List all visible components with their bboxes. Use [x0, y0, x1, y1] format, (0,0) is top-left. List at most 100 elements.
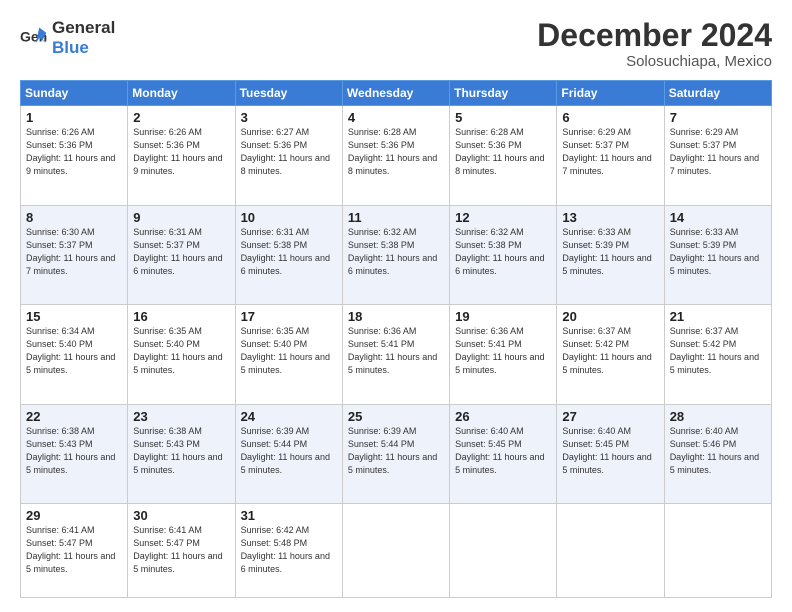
calendar-cell: 2Sunrise: 6:26 AMSunset: 5:36 PMDaylight… — [128, 106, 235, 206]
day-number: 16 — [133, 309, 229, 324]
cell-info: Sunrise: 6:37 AMSunset: 5:42 PMDaylight:… — [670, 325, 766, 377]
logo: Gen General Blue — [20, 18, 115, 58]
calendar-cell: 18Sunrise: 6:36 AMSunset: 5:41 PMDayligh… — [342, 305, 449, 405]
calendar-cell: 29Sunrise: 6:41 AMSunset: 5:47 PMDayligh… — [21, 504, 128, 598]
day-header: Friday — [557, 81, 664, 106]
page: Gen General Blue December 2024 Solosuchi… — [0, 0, 792, 612]
calendar-cell: 3Sunrise: 6:27 AMSunset: 5:36 PMDaylight… — [235, 106, 342, 206]
calendar-week-row: 15Sunrise: 6:34 AMSunset: 5:40 PMDayligh… — [21, 305, 772, 405]
day-header: Sunday — [21, 81, 128, 106]
cell-info: Sunrise: 6:36 AMSunset: 5:41 PMDaylight:… — [455, 325, 551, 377]
calendar-cell: 14Sunrise: 6:33 AMSunset: 5:39 PMDayligh… — [664, 205, 771, 305]
calendar-cell: 25Sunrise: 6:39 AMSunset: 5:44 PMDayligh… — [342, 404, 449, 504]
cell-info: Sunrise: 6:28 AMSunset: 5:36 PMDaylight:… — [455, 126, 551, 178]
calendar-cell: 12Sunrise: 6:32 AMSunset: 5:38 PMDayligh… — [450, 205, 557, 305]
cell-info: Sunrise: 6:29 AMSunset: 5:37 PMDaylight:… — [562, 126, 658, 178]
cell-info: Sunrise: 6:33 AMSunset: 5:39 PMDaylight:… — [670, 226, 766, 278]
calendar-cell: 4Sunrise: 6:28 AMSunset: 5:36 PMDaylight… — [342, 106, 449, 206]
calendar-cell: 13Sunrise: 6:33 AMSunset: 5:39 PMDayligh… — [557, 205, 664, 305]
calendar-cell: 8Sunrise: 6:30 AMSunset: 5:37 PMDaylight… — [21, 205, 128, 305]
day-number: 7 — [670, 110, 766, 125]
calendar-cell: 7Sunrise: 6:29 AMSunset: 5:37 PMDaylight… — [664, 106, 771, 206]
day-header: Thursday — [450, 81, 557, 106]
day-number: 2 — [133, 110, 229, 125]
calendar-cell: 11Sunrise: 6:32 AMSunset: 5:38 PMDayligh… — [342, 205, 449, 305]
header: Gen General Blue December 2024 Solosuchi… — [20, 18, 772, 70]
day-header: Wednesday — [342, 81, 449, 106]
logo-general: General — [52, 18, 115, 37]
cell-info: Sunrise: 6:40 AMSunset: 5:45 PMDaylight:… — [562, 425, 658, 477]
day-number: 15 — [26, 309, 122, 324]
day-number: 31 — [241, 508, 337, 523]
day-number: 30 — [133, 508, 229, 523]
day-number: 21 — [670, 309, 766, 324]
calendar-cell: 24Sunrise: 6:39 AMSunset: 5:44 PMDayligh… — [235, 404, 342, 504]
day-number: 27 — [562, 409, 658, 424]
cell-info: Sunrise: 6:36 AMSunset: 5:41 PMDaylight:… — [348, 325, 444, 377]
calendar-cell: 19Sunrise: 6:36 AMSunset: 5:41 PMDayligh… — [450, 305, 557, 405]
cell-info: Sunrise: 6:33 AMSunset: 5:39 PMDaylight:… — [562, 226, 658, 278]
day-number: 23 — [133, 409, 229, 424]
cell-info: Sunrise: 6:32 AMSunset: 5:38 PMDaylight:… — [348, 226, 444, 278]
calendar-cell — [557, 504, 664, 598]
day-number: 4 — [348, 110, 444, 125]
day-number: 6 — [562, 110, 658, 125]
cell-info: Sunrise: 6:29 AMSunset: 5:37 PMDaylight:… — [670, 126, 766, 178]
day-number: 5 — [455, 110, 551, 125]
cell-info: Sunrise: 6:26 AMSunset: 5:36 PMDaylight:… — [26, 126, 122, 178]
cell-info: Sunrise: 6:39 AMSunset: 5:44 PMDaylight:… — [348, 425, 444, 477]
day-header: Monday — [128, 81, 235, 106]
day-number: 25 — [348, 409, 444, 424]
day-number: 13 — [562, 210, 658, 225]
cell-info: Sunrise: 6:28 AMSunset: 5:36 PMDaylight:… — [348, 126, 444, 178]
cell-info: Sunrise: 6:27 AMSunset: 5:36 PMDaylight:… — [241, 126, 337, 178]
month-title: December 2024 — [537, 18, 772, 53]
calendar-table: SundayMondayTuesdayWednesdayThursdayFrid… — [20, 80, 772, 598]
cell-info: Sunrise: 6:42 AMSunset: 5:48 PMDaylight:… — [241, 524, 337, 576]
day-number: 8 — [26, 210, 122, 225]
day-number: 26 — [455, 409, 551, 424]
cell-info: Sunrise: 6:32 AMSunset: 5:38 PMDaylight:… — [455, 226, 551, 278]
calendar-week-row: 8Sunrise: 6:30 AMSunset: 5:37 PMDaylight… — [21, 205, 772, 305]
calendar-cell: 22Sunrise: 6:38 AMSunset: 5:43 PMDayligh… — [21, 404, 128, 504]
cell-info: Sunrise: 6:38 AMSunset: 5:43 PMDaylight:… — [133, 425, 229, 477]
calendar-cell: 31Sunrise: 6:42 AMSunset: 5:48 PMDayligh… — [235, 504, 342, 598]
calendar-cell: 9Sunrise: 6:31 AMSunset: 5:37 PMDaylight… — [128, 205, 235, 305]
calendar-body: 1Sunrise: 6:26 AMSunset: 5:36 PMDaylight… — [21, 106, 772, 598]
logo-blue: Blue — [52, 38, 89, 57]
calendar-cell: 5Sunrise: 6:28 AMSunset: 5:36 PMDaylight… — [450, 106, 557, 206]
cell-info: Sunrise: 6:30 AMSunset: 5:37 PMDaylight:… — [26, 226, 122, 278]
cell-info: Sunrise: 6:41 AMSunset: 5:47 PMDaylight:… — [133, 524, 229, 576]
day-header: Tuesday — [235, 81, 342, 106]
calendar-cell: 30Sunrise: 6:41 AMSunset: 5:47 PMDayligh… — [128, 504, 235, 598]
cell-info: Sunrise: 6:35 AMSunset: 5:40 PMDaylight:… — [241, 325, 337, 377]
calendar-cell: 23Sunrise: 6:38 AMSunset: 5:43 PMDayligh… — [128, 404, 235, 504]
day-number: 12 — [455, 210, 551, 225]
calendar-cell — [664, 504, 771, 598]
calendar-week-row: 29Sunrise: 6:41 AMSunset: 5:47 PMDayligh… — [21, 504, 772, 598]
calendar-cell: 21Sunrise: 6:37 AMSunset: 5:42 PMDayligh… — [664, 305, 771, 405]
calendar-cell: 27Sunrise: 6:40 AMSunset: 5:45 PMDayligh… — [557, 404, 664, 504]
day-number: 19 — [455, 309, 551, 324]
calendar-header-row: SundayMondayTuesdayWednesdayThursdayFrid… — [21, 81, 772, 106]
cell-info: Sunrise: 6:41 AMSunset: 5:47 PMDaylight:… — [26, 524, 122, 576]
day-number: 29 — [26, 508, 122, 523]
calendar-cell — [342, 504, 449, 598]
cell-info: Sunrise: 6:40 AMSunset: 5:46 PMDaylight:… — [670, 425, 766, 477]
cell-info: Sunrise: 6:31 AMSunset: 5:37 PMDaylight:… — [133, 226, 229, 278]
calendar-cell: 17Sunrise: 6:35 AMSunset: 5:40 PMDayligh… — [235, 305, 342, 405]
calendar-cell: 28Sunrise: 6:40 AMSunset: 5:46 PMDayligh… — [664, 404, 771, 504]
day-number: 11 — [348, 210, 444, 225]
day-number: 14 — [670, 210, 766, 225]
cell-info: Sunrise: 6:31 AMSunset: 5:38 PMDaylight:… — [241, 226, 337, 278]
day-number: 17 — [241, 309, 337, 324]
cell-info: Sunrise: 6:37 AMSunset: 5:42 PMDaylight:… — [562, 325, 658, 377]
cell-info: Sunrise: 6:40 AMSunset: 5:45 PMDaylight:… — [455, 425, 551, 477]
day-number: 28 — [670, 409, 766, 424]
day-header: Saturday — [664, 81, 771, 106]
logo-icon: Gen — [20, 24, 48, 52]
calendar-cell — [450, 504, 557, 598]
day-number: 20 — [562, 309, 658, 324]
calendar-week-row: 22Sunrise: 6:38 AMSunset: 5:43 PMDayligh… — [21, 404, 772, 504]
calendar-cell: 26Sunrise: 6:40 AMSunset: 5:45 PMDayligh… — [450, 404, 557, 504]
